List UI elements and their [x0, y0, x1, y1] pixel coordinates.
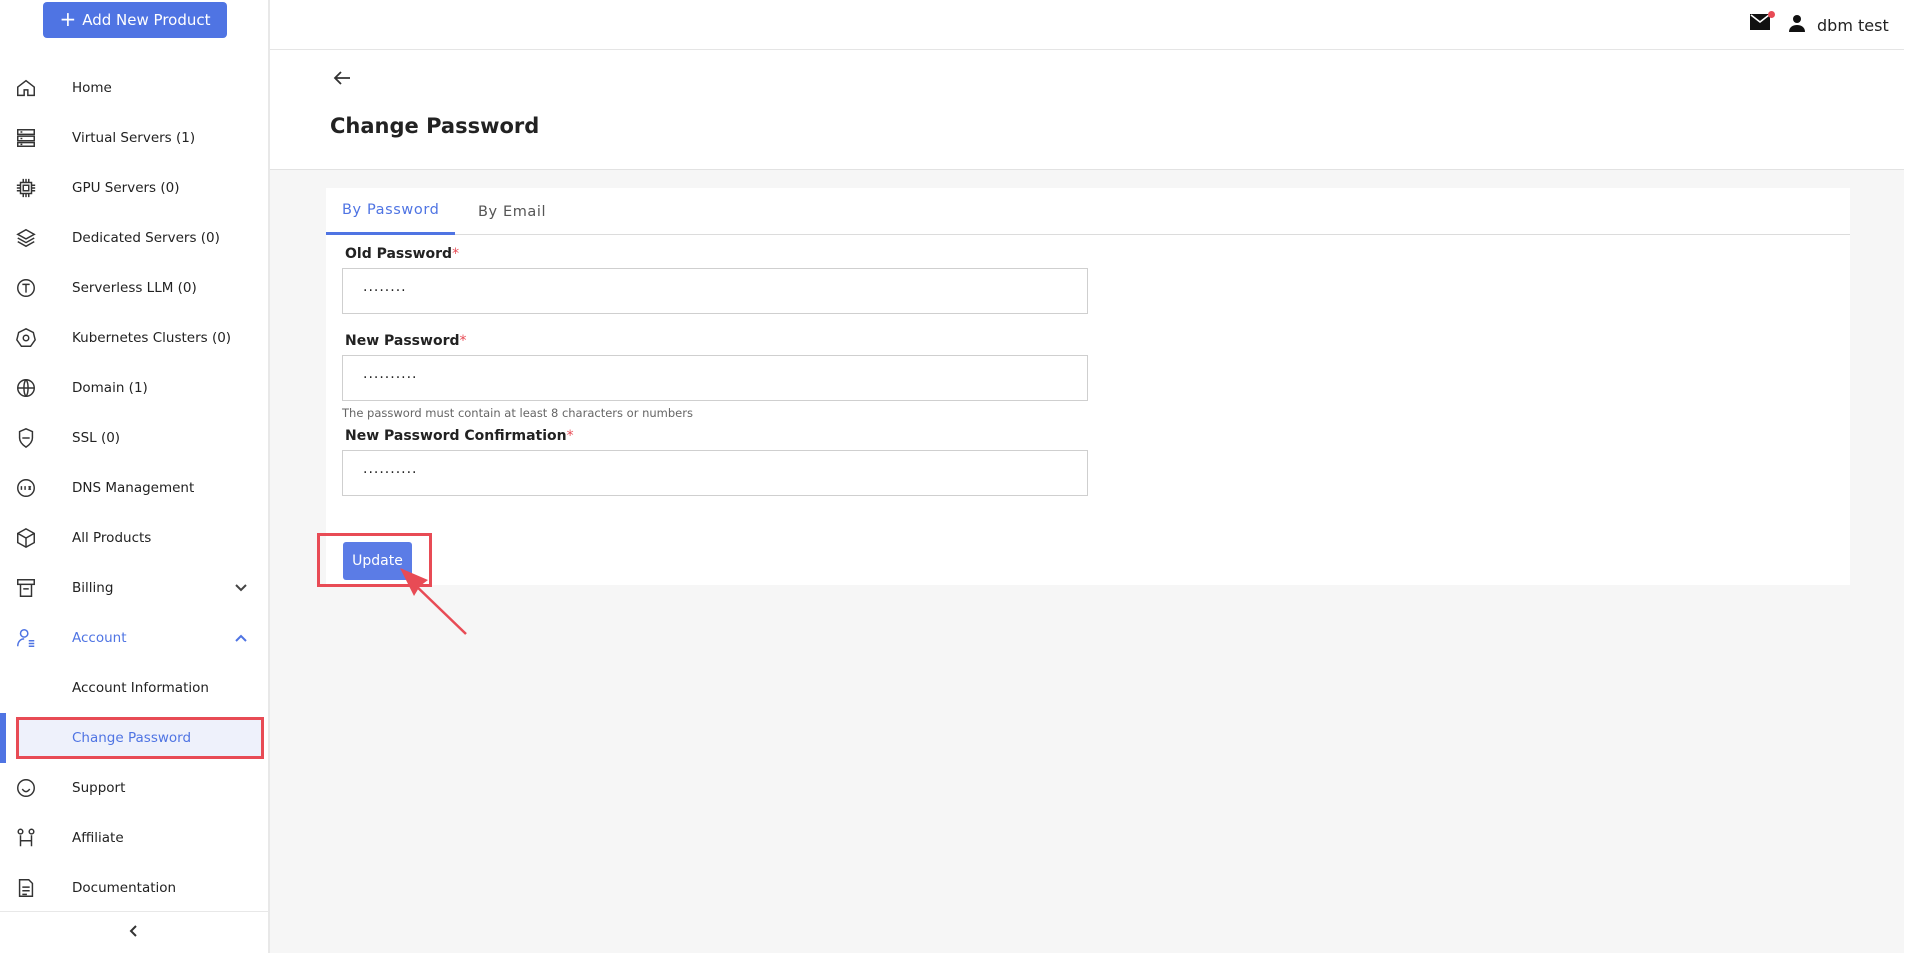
password-hint: The password must contain at least 8 cha… [342, 406, 693, 420]
chip-icon [14, 176, 38, 200]
sidebar-item-label: Kubernetes Clusters (0) [72, 330, 232, 346]
add-new-product-label: Add New Product [82, 11, 211, 29]
confirm-password-label: New Password Confirmation* [345, 428, 574, 444]
dns-icon [14, 476, 38, 500]
sidebar-item-ssl[interactable]: SSL (0) [0, 413, 268, 463]
new-password-label: New Password* [345, 333, 467, 349]
sidebar-item-label: Change Password [72, 730, 192, 746]
sidebar-item-domain[interactable]: Domain (1) [0, 363, 268, 413]
sidebar-item-home[interactable]: Home [0, 63, 268, 113]
tab-by-password[interactable]: By Password [326, 188, 456, 235]
sidebar-item-dedicated-servers[interactable]: Dedicated Servers (0) [0, 213, 268, 263]
new-password-label-text: New Password [345, 333, 460, 349]
required-mark: * [452, 246, 460, 262]
sidebar-item-label: Serverless LLM (0) [72, 280, 197, 296]
sidebar-item-label: DNS Management [72, 480, 195, 496]
affiliate-icon [14, 826, 38, 850]
confirm-password-field[interactable]: ·········· [342, 450, 1088, 496]
mail-button[interactable] [1750, 11, 1775, 34]
sidebar-item-change-password[interactable]: Change Password [0, 713, 268, 763]
chevron-left-icon [127, 923, 141, 942]
document-icon [14, 876, 38, 900]
page-header: Change Password [270, 50, 1904, 170]
sidebar-item-label: Account Information [72, 680, 209, 696]
pointer-arrow-icon [400, 568, 467, 635]
ssl-badge-icon [14, 426, 38, 450]
arrow-left-icon [332, 71, 352, 92]
box-icon [14, 526, 38, 550]
sidebar-item-virtual-servers[interactable]: Virtual Servers (1) [0, 113, 268, 163]
sidebar-item-label: Support [72, 780, 126, 796]
tab-by-email[interactable]: By Email [462, 188, 562, 235]
sidebar-nav: Home Virtual Servers (1) GPU Servers (0)… [0, 63, 268, 913]
user-name: dbm test [1817, 15, 1889, 35]
tab-bar: By Password By Email [326, 188, 1850, 235]
sidebar-item-gpu-servers[interactable]: GPU Servers (0) [0, 163, 268, 213]
receipt-icon [14, 576, 38, 600]
change-password-card: By Password By Email Old Password* ·····… [326, 188, 1850, 585]
sidebar-item-serverless-llm[interactable]: Serverless LLM (0) [0, 263, 268, 313]
old-password-field[interactable]: ········ [342, 268, 1088, 314]
user-icon [1787, 13, 1807, 37]
sidebar-item-all-products[interactable]: All Products [0, 513, 268, 563]
confirm-password-label-text: New Password Confirmation [345, 428, 567, 444]
sidebar-collapse-button[interactable] [0, 911, 268, 953]
home-icon [14, 76, 38, 100]
user-menu[interactable]: dbm test [1787, 13, 1889, 37]
sidebar-item-label: All Products [72, 530, 152, 546]
sidebar-item-support[interactable]: Support [0, 763, 268, 813]
sidebar-item-label: Account [72, 630, 127, 646]
sidebar-item-label: Virtual Servers (1) [72, 130, 196, 146]
sidebar-item-kubernetes-clusters[interactable]: Kubernetes Clusters (0) [0, 313, 268, 363]
chevron-up-icon [234, 631, 248, 645]
sidebar: + Add New Product Home Virtual Servers (… [0, 0, 270, 953]
user-list-icon [14, 626, 38, 650]
page-title: Change Password [330, 114, 540, 138]
sidebar-item-documentation[interactable]: Documentation [0, 863, 268, 913]
top-bar: dbm test [270, 0, 1904, 50]
required-mark: * [566, 428, 574, 444]
server-icon [14, 126, 38, 150]
sidebar-item-billing[interactable]: Billing [0, 563, 268, 613]
notification-dot [1768, 11, 1775, 18]
mail-icon [1750, 14, 1770, 34]
sidebar-item-affiliate[interactable]: Affiliate [0, 813, 268, 863]
globe-icon [14, 376, 38, 400]
required-mark: * [459, 333, 467, 349]
new-password-field[interactable]: ·········· [342, 355, 1088, 401]
llm-icon [14, 276, 38, 300]
sidebar-item-label: Dedicated Servers (0) [72, 230, 220, 246]
old-password-label: Old Password* [345, 246, 459, 262]
sidebar-item-label: Documentation [72, 880, 177, 896]
old-password-label-text: Old Password [345, 246, 453, 262]
back-button[interactable] [332, 68, 356, 92]
sidebar-item-label: SSL (0) [72, 430, 121, 446]
plus-icon: + [59, 7, 77, 31]
scrollbar-track[interactable] [1904, 0, 1920, 953]
sidebar-item-dns-management[interactable]: DNS Management [0, 463, 268, 513]
sidebar-item-label: Home [72, 80, 112, 96]
kubernetes-icon [14, 326, 38, 350]
sidebar-item-account-information[interactable]: Account Information [0, 663, 268, 713]
chevron-down-icon [234, 581, 248, 595]
stack-icon [14, 226, 38, 250]
support-icon [14, 776, 38, 800]
sidebar-item-account[interactable]: Account [0, 613, 268, 663]
sidebar-item-label: GPU Servers (0) [72, 180, 180, 196]
sidebar-item-label: Domain (1) [72, 380, 148, 396]
add-new-product-button[interactable]: + Add New Product [43, 2, 227, 38]
sidebar-item-label: Affiliate [72, 830, 124, 846]
active-indicator [0, 713, 6, 763]
sidebar-item-label: Billing [72, 580, 114, 596]
